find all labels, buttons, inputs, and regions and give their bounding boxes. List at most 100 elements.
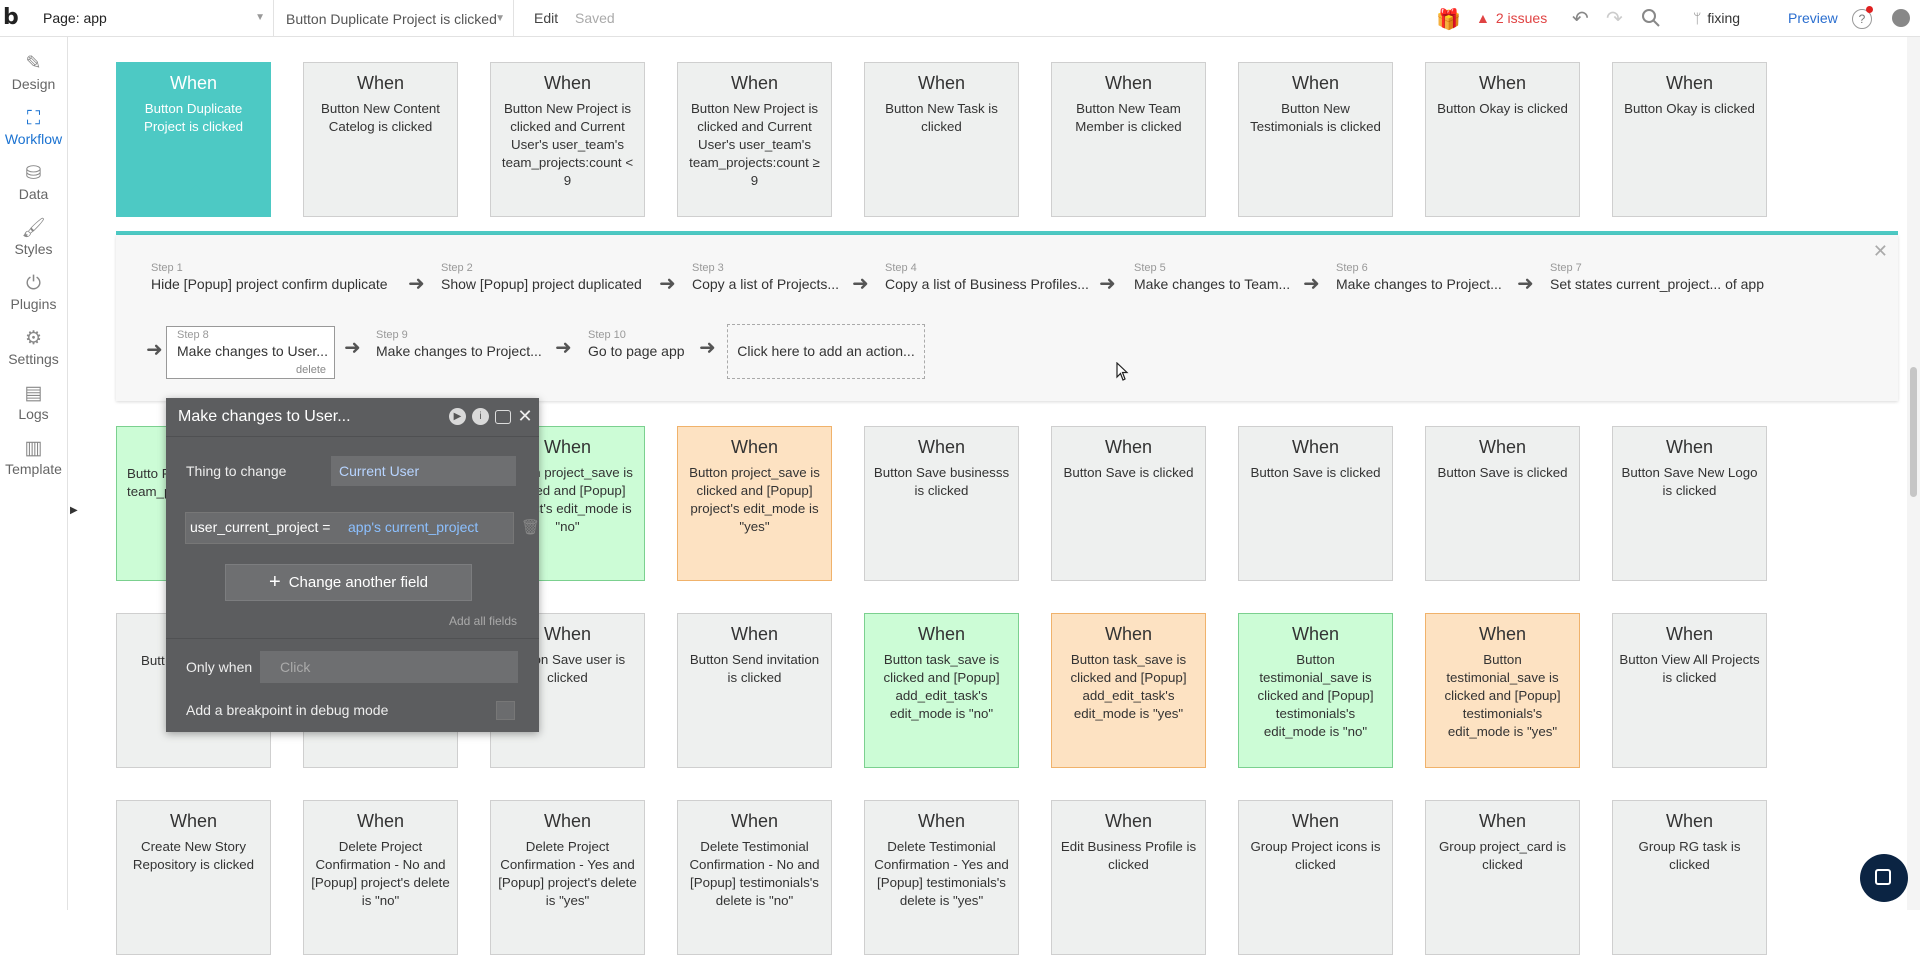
comment-icon[interactable] [495, 410, 511, 424]
workflow-card[interactable]: When Button testimonial_save is clicked a… [1238, 613, 1393, 768]
workflow-card[interactable]: When Button testimonial_save is clicked a… [1425, 613, 1580, 768]
thing-to-change-field[interactable]: Current User [331, 456, 516, 486]
step-1[interactable]: Step 1 Hide [Popup] project confirm dupli… [151, 262, 388, 292]
close-icon[interactable]: ✕ [517, 407, 533, 425]
scrollbar-thumb[interactable] [1910, 367, 1917, 497]
info-icon[interactable]: i [472, 408, 489, 425]
add-action-button[interactable]: Click here to add an action... [727, 324, 925, 379]
workflow-card[interactable]: When Button Save is clicked [1051, 426, 1206, 581]
step-number: Step 6 [1336, 262, 1368, 274]
warning-icon: ▲ [1476, 10, 1490, 26]
arrow-right-icon: ➜ [1099, 273, 1116, 295]
field-value[interactable]: app's current_project [348, 519, 478, 535]
sidebar-item-workflow[interactable]: ⛶ Workflow [0, 99, 67, 161]
sidebar-item-label: Data [18, 186, 49, 202]
page-selector[interactable]: Page: app ▼ [37, 0, 274, 36]
only-when-input[interactable]: Click [260, 651, 518, 683]
workflow-card[interactable]: When Button task_save is clicked and [Pop… [1051, 613, 1206, 768]
workflow-card[interactable]: When Button New Team Member is clicked [1051, 62, 1206, 217]
workflow-card[interactable]: When Button Send invitation is clicked [677, 613, 832, 768]
redo-icon[interactable]: ↷ [1606, 6, 1623, 31]
step-9[interactable]: Step 9 Make changes to Project... [376, 329, 542, 359]
card-when: When [1478, 624, 1527, 644]
workflow-card[interactable]: When Group RG task is clicked [1612, 800, 1767, 955]
card-event: Button New Content Catelog is clicked [320, 101, 440, 134]
saved-status: Saved [575, 10, 615, 26]
step-3[interactable]: Step 3 Copy a list of Projects... [692, 262, 839, 292]
step-2[interactable]: Step 2 Show [Popup] project duplicated [441, 262, 642, 292]
card-when: When [169, 73, 218, 93]
arrow-right-icon: ➜ [1517, 273, 1534, 295]
workflow-card[interactable]: When Button Save businesss is clicked [864, 426, 1019, 581]
branch-selector[interactable]: ᛘ fixing [1693, 0, 1740, 36]
step-4[interactable]: Step 4 Copy a list of Business Profiles..… [885, 262, 1089, 292]
card-event: Button Save is clicked [1063, 465, 1194, 480]
card-event: Button Save businesss is clicked [873, 465, 1010, 498]
sidebar-item-data[interactable]: ⛁ Data [0, 154, 67, 216]
workflow-card[interactable]: When Delete Testimonial Confirmation - No… [677, 800, 832, 955]
sidebar-item-settings[interactable]: ⚙ Settings [0, 319, 67, 381]
step-8[interactable]: Step 8 Make changes to User... delete [166, 326, 335, 379]
workflow-card[interactable]: When Button project_save is clicked and [… [677, 426, 832, 581]
workflow-card[interactable]: When Delete Project Confirmation - No and… [303, 800, 458, 955]
card-event: Edit Business Profile is clicked [1060, 839, 1197, 872]
workflow-card[interactable]: When Button View All Projects is clicked [1612, 613, 1767, 768]
workflow-card[interactable]: When Button Okay is clicked [1612, 62, 1767, 217]
step-label: Set states current_project... of app [1550, 276, 1765, 292]
workflow-card[interactable]: When Button Save is clicked [1238, 426, 1393, 581]
workflow-card[interactable]: When Button New Project is clicked and Cu… [490, 62, 645, 217]
plug-icon: ⏻ [25, 273, 42, 294]
workflow-card[interactable]: When Button New Task is clicked [864, 62, 1019, 217]
field-change-row[interactable]: user_current_project = app's current_pro… [185, 512, 514, 544]
workflow-card[interactable]: When Button task_save is clicked and [Pop… [864, 613, 1019, 768]
sidebar-item-design[interactable]: ✎ Design [0, 44, 67, 106]
document-icon: ▤ [24, 383, 43, 404]
workflow-card[interactable]: When Edit Business Profile is clicked [1051, 800, 1206, 955]
step-7[interactable]: Step 7 Set states current_project... of a… [1550, 262, 1764, 292]
workflow-selector[interactable]: Button Duplicate Project is clicked ▼ [274, 0, 514, 36]
sidebar-item-plugins[interactable]: ⏻ Plugins [0, 264, 67, 326]
delete-step-button[interactable]: delete [296, 364, 326, 376]
edit-menu[interactable]: Edit [534, 0, 558, 36]
workflow-card[interactable]: When Button Save New Logo is clicked [1612, 426, 1767, 581]
change-another-field-button[interactable]: + Change another field [225, 564, 472, 601]
search-icon[interactable] [1640, 7, 1662, 29]
step-6[interactable]: Step 6 Make changes to Project... [1336, 262, 1502, 292]
sidebar-item-template[interactable]: ▥ Template [0, 429, 67, 491]
trash-icon[interactable]: 🗑 [521, 518, 540, 536]
issues-button[interactable]: ▲ 2 issues [1476, 0, 1547, 36]
workflow-card[interactable]: When Group Project icons is clicked [1238, 800, 1393, 955]
mouse-cursor-icon [1116, 362, 1129, 381]
preview-button[interactable]: Preview [1788, 0, 1838, 36]
workflow-card[interactable]: When Delete Project Confirmation - Yes an… [490, 800, 645, 955]
gift-icon[interactable]: 🎁 [1436, 7, 1461, 32]
workflow-card[interactable]: When Create New Story Repository is click… [116, 800, 271, 955]
collapse-arrow-icon[interactable]: ▶ [70, 505, 78, 516]
workflow-card[interactable]: When Button Okay is clicked [1425, 62, 1580, 217]
undo-icon[interactable]: ↶ [1572, 6, 1589, 31]
user-avatar-icon[interactable] [1892, 9, 1910, 27]
sidebar-item-logs[interactable]: ▤ Logs [0, 374, 67, 436]
chat-support-button[interactable] [1860, 854, 1908, 902]
breakpoint-checkbox[interactable] [496, 701, 515, 720]
workflow-card[interactable]: When Delete Testimonial Confirmation - Ye… [864, 800, 1019, 955]
workflow-card[interactable]: When Button Save is clicked [1425, 426, 1580, 581]
step-5[interactable]: Step 5 Make changes to Team... [1134, 262, 1290, 292]
step-number: Step 10 [588, 329, 626, 341]
step-number: Step 2 [441, 262, 473, 274]
workflow-card[interactable]: When Group project_card is clicked [1425, 800, 1580, 955]
sidebar-item-styles[interactable]: 🖌 Styles [0, 209, 67, 271]
close-icon[interactable]: ✕ [1873, 241, 1888, 262]
breakpoint-label: Add a breakpoint in debug mode [186, 702, 389, 718]
workflow-card[interactable]: When Button New Project is clicked and Cu… [677, 62, 832, 217]
workflow-card[interactable]: When Button New Content Catelog is clicke… [303, 62, 458, 217]
bubble-logo[interactable]: b [3, 5, 19, 30]
play-icon[interactable]: ▶ [449, 408, 466, 425]
workflow-card[interactable]: When Button New Testimonials is clicked [1238, 62, 1393, 217]
card-event: Delete Project Confirmation - Yes and [P… [498, 839, 637, 908]
top-bar: b Page: app ▼ Button Duplicate Project i… [0, 0, 1920, 37]
step-10[interactable]: Step 10 Go to page app [588, 329, 685, 359]
vertical-scrollbar[interactable] [1907, 37, 1920, 910]
arrow-right-icon: ➜ [852, 273, 869, 295]
add-all-fields-link[interactable]: Add all fields [449, 614, 517, 628]
